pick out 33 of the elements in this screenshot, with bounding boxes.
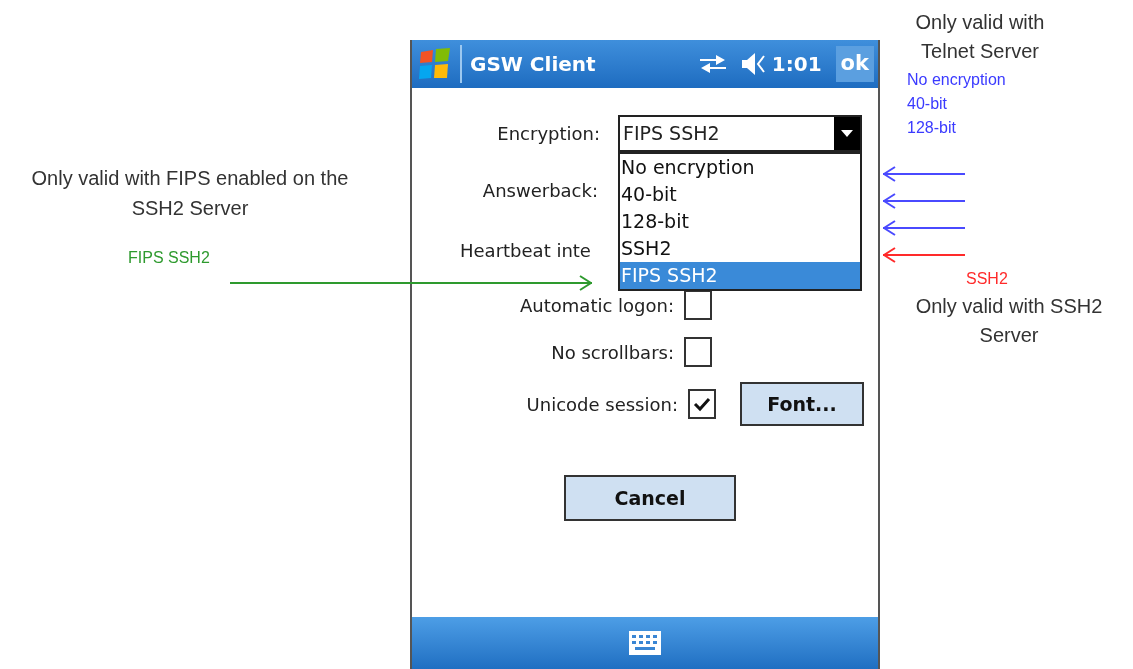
annotation-note: Only valid with Telnet Server xyxy=(914,10,1046,64)
checkbox-label: Automatic logon: xyxy=(519,293,674,318)
annotation-label: 128-bit xyxy=(907,118,957,138)
dropdown-option[interactable]: No encryption xyxy=(620,154,860,181)
encryption-dropdown[interactable]: FIPS SSH2 xyxy=(618,115,862,152)
field-label: Answerback: xyxy=(481,179,598,203)
checkbox-label: Unicode session: xyxy=(525,392,678,417)
annotation-label: FIPS SSH2 xyxy=(128,248,210,268)
cancel-button[interactable]: Cancel xyxy=(564,475,736,521)
field-label: Encryption: xyxy=(496,122,600,146)
dropdown-option[interactable]: FIPS SSH2 xyxy=(620,262,860,289)
sync-arrows-icon[interactable] xyxy=(697,52,728,76)
checkbox[interactable] xyxy=(684,290,712,320)
checkbox-label: No scrollbars: xyxy=(550,340,674,365)
annotation-label: No encryption xyxy=(907,70,1006,90)
annotation-label: 40-bit xyxy=(907,94,949,114)
dropdown-option[interactable]: 128-bit xyxy=(620,208,860,235)
dropdown-option[interactable]: 40-bit xyxy=(620,181,860,208)
annotation-note: Only valid with FIPS enabled on the SSH2 Server xyxy=(30,166,350,221)
keyboard-icon[interactable] xyxy=(629,631,661,655)
field-label: Heartbeat inte xyxy=(460,239,591,263)
checkbox[interactable] xyxy=(684,337,712,367)
flag-icon xyxy=(418,48,452,80)
clock: 1:01 xyxy=(771,51,822,78)
check-icon xyxy=(693,396,711,412)
checkbox[interactable] xyxy=(688,389,716,419)
font-button[interactable]: Font... xyxy=(740,382,864,426)
window-title: GSW Client xyxy=(470,51,596,78)
annotation-label: SSH2 xyxy=(966,269,1008,289)
caret-icon xyxy=(841,129,853,138)
annotation-note: Only valid with SSH2 Server xyxy=(914,294,1104,348)
speaker-icon[interactable] xyxy=(739,51,766,77)
dropdown-option[interactable]: SSH2 xyxy=(620,235,860,262)
